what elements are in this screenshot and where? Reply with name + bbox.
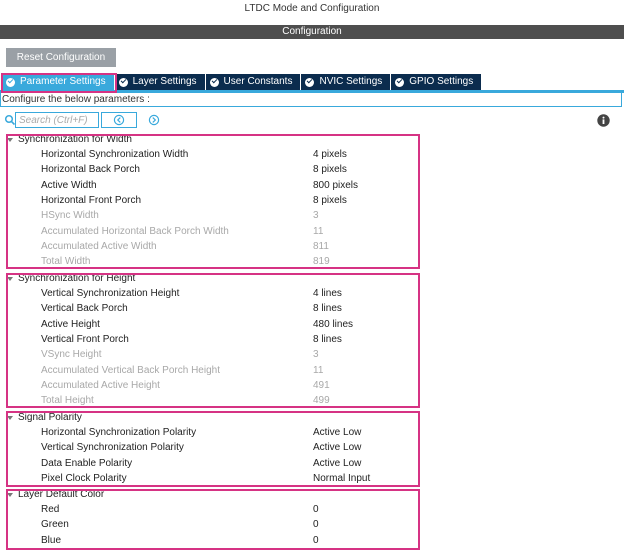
tab-user-constants[interactable]: User Constants — [205, 74, 301, 90]
chevron-left-icon — [113, 114, 125, 126]
configure-instructions: Configure the below parameters : — [2, 94, 150, 105]
window-title: LTDC Mode and Configuration — [244, 3, 380, 14]
check-circle-icon — [209, 77, 219, 87]
reset-configuration-button[interactable]: Reset Configuration — [6, 48, 116, 67]
search-next-button[interactable] — [147, 113, 161, 127]
search-input[interactable] — [15, 112, 99, 128]
tab-label: GPIO Settings — [409, 76, 474, 87]
highlight-box-signal-polarity — [6, 411, 420, 487]
tab-nvic-settings[interactable]: NVIC Settings — [301, 74, 391, 90]
highlight-box-sync-width — [6, 134, 420, 269]
check-circle-icon — [395, 77, 405, 87]
tab-label: User Constants — [223, 76, 293, 87]
tab-label: NVIC Settings — [319, 76, 383, 87]
highlight-box-sync-height — [6, 273, 420, 408]
highlight-box-layer-default-color — [6, 489, 420, 550]
tab-layer-settings[interactable]: Layer Settings — [114, 74, 205, 90]
configuration-header: Configuration — [0, 25, 624, 39]
check-circle-icon — [305, 77, 315, 87]
tab-gpio-settings[interactable]: GPIO Settings — [391, 74, 482, 90]
active-tab-highlight — [1, 73, 117, 93]
check-circle-icon — [118, 77, 128, 87]
tab-label: Layer Settings — [132, 76, 197, 87]
search-previous-button[interactable] — [101, 112, 137, 128]
info-icon[interactable] — [597, 114, 610, 127]
chevron-right-icon — [148, 114, 160, 126]
